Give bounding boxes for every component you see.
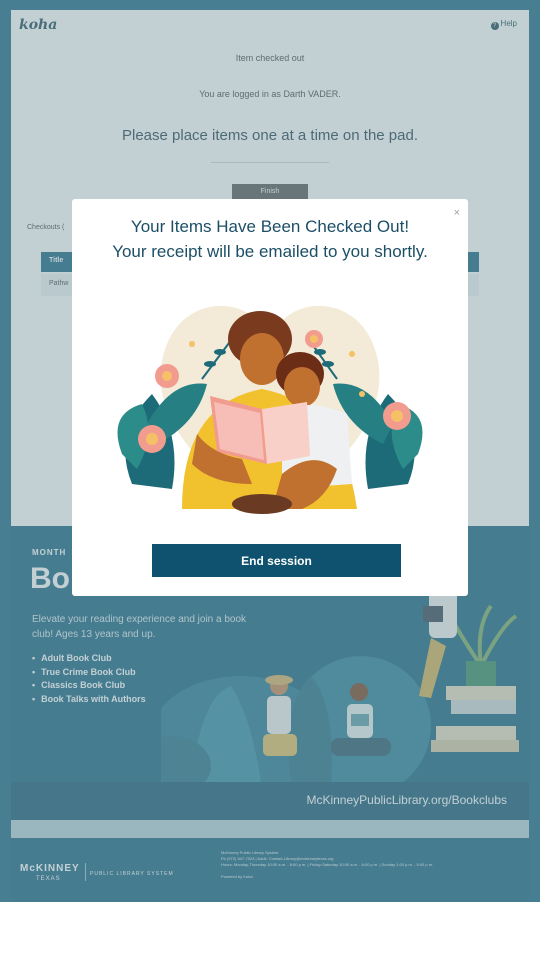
reading-illustration bbox=[117, 305, 423, 514]
checkout-complete-modal: × Your Items Have Been Checked Out! Your… bbox=[72, 199, 468, 596]
end-session-button[interactable]: End session bbox=[152, 544, 401, 577]
modal-title: Your Items Have Been Checked Out! bbox=[130, 217, 410, 236]
bottom-margin bbox=[0, 902, 540, 960]
modal-subtitle: Your receipt will be emailed to you shor… bbox=[112, 242, 428, 261]
